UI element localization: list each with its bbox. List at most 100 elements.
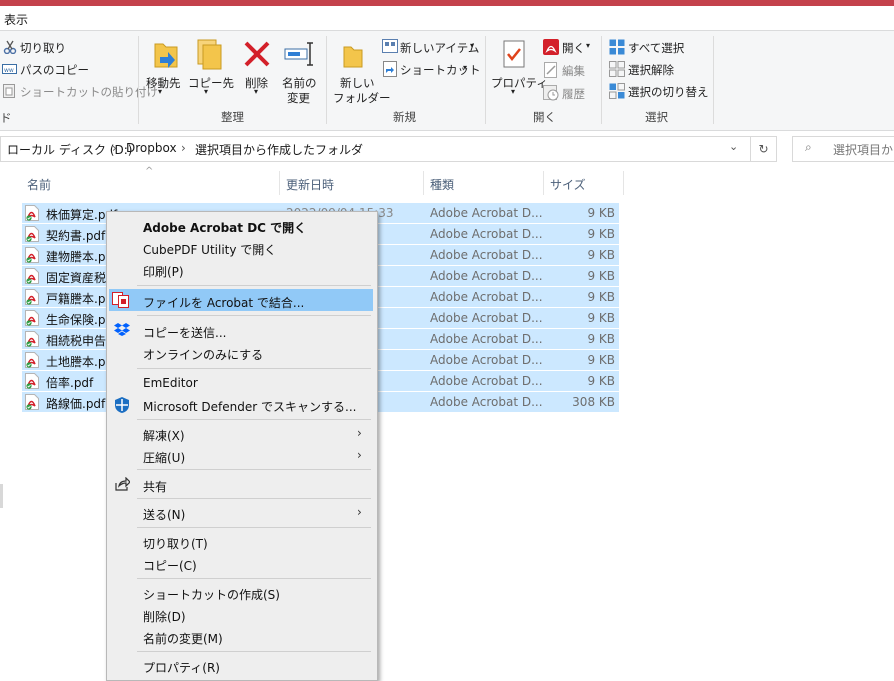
acrobat-open-icon (543, 39, 559, 55)
pdf-file-icon (25, 394, 39, 410)
menu-extract[interactable]: 解凍(X) (143, 427, 185, 444)
breadcrumb-separator-icon[interactable]: › (112, 141, 117, 155)
file-size: 9 KB (587, 290, 615, 304)
pdf-file-icon (25, 373, 39, 389)
refresh-icon[interactable]: ↻ (750, 136, 777, 162)
open-button[interactable]: 開く (562, 40, 585, 56)
ribbon-tab-row (0, 6, 894, 30)
nav-pane-scrollbar[interactable] (0, 484, 3, 508)
open-dropdown-icon[interactable]: ▾ (586, 41, 590, 50)
copy-to-button[interactable]: コピー先 (188, 75, 234, 91)
rename-button-line1[interactable]: 名前の (282, 75, 317, 91)
menu-combine-acrobat[interactable]: ファイルを Acrobat で結合... (143, 294, 304, 311)
defender-shield-icon (115, 397, 129, 413)
menu-share[interactable]: 共有 (143, 478, 167, 495)
file-name[interactable]: 建物謄本.p (46, 248, 105, 265)
file-name[interactable]: 相続税申告 (46, 332, 106, 349)
file-type: Adobe Acrobat D... (430, 395, 543, 409)
file-name[interactable]: 固定資産税 (46, 269, 106, 286)
menu-print[interactable]: 印刷(P) (143, 263, 184, 280)
menu-send-copy[interactable]: コピーを送信... (143, 324, 226, 341)
copy-to-dropdown-icon[interactable]: ▾ (204, 87, 208, 96)
copy-path-button[interactable]: パスのコピー (20, 62, 89, 78)
rename-icon (284, 42, 313, 66)
column-header-size[interactable]: サイズ (550, 176, 586, 193)
submenu-arrow-icon: › (357, 426, 362, 440)
file-name[interactable]: 倍率.pdf (46, 374, 93, 391)
file-type: Adobe Acrobat D... (430, 353, 543, 367)
open-group-label: 開く (533, 110, 556, 124)
menu-compress[interactable]: 圧縮(U) (143, 449, 185, 466)
menu-cut[interactable]: 切り取り(T) (143, 535, 208, 552)
file-type: Adobe Acrobat D... (430, 374, 543, 388)
move-to-button[interactable]: 移動先 (146, 75, 181, 91)
column-divider[interactable] (543, 171, 544, 195)
column-header-name[interactable]: 名前 (27, 176, 51, 193)
file-size: 9 KB (587, 248, 615, 262)
delete-icon (244, 41, 270, 67)
copy-path-icon: ww (2, 64, 17, 74)
file-name[interactable]: 戸籍謄本.p (46, 290, 105, 307)
search-icon: ⌕ (805, 140, 812, 154)
copy-to-icon (197, 39, 222, 70)
column-divider[interactable] (423, 171, 424, 195)
pdf-file-icon (25, 289, 39, 305)
address-history-dropdown-icon[interactable]: ⌄ (729, 140, 738, 153)
rename-button-line2[interactable]: 変更 (287, 90, 310, 106)
properties-dropdown-icon[interactable]: ▾ (511, 87, 515, 96)
history-icon (543, 85, 559, 101)
delete-dropdown-icon[interactable]: ▾ (254, 87, 258, 96)
search-box[interactable]: ⌕ 選択項目か (792, 136, 894, 162)
menu-send-to[interactable]: 送る(N) (143, 506, 185, 523)
scissors-icon (3, 40, 17, 54)
shortcut-dropdown-icon[interactable]: ▾ (463, 63, 467, 72)
paste-shortcut-icon (3, 84, 15, 98)
tab-view[interactable]: 表示 (4, 11, 28, 28)
menu-open-cubepdf[interactable]: CubePDF Utility で開く (143, 241, 276, 258)
file-name[interactable]: 土地謄本.p (46, 353, 105, 370)
file-name[interactable]: 契約書.pdf (46, 227, 105, 244)
menu-defender-scan[interactable]: Microsoft Defender でスキャンする... (143, 398, 356, 415)
file-name[interactable]: 路線価.pdf (46, 395, 105, 412)
new-item-dropdown-icon[interactable]: ▾ (470, 41, 474, 50)
menu-create-shortcut[interactable]: ショートカットの作成(S) (143, 586, 280, 603)
properties-button[interactable]: プロパティ (491, 75, 548, 91)
menu-copy[interactable]: コピー(C) (143, 557, 197, 574)
file-size: 9 KB (587, 269, 615, 283)
invert-selection-button[interactable]: 選択の切り替え (628, 84, 709, 100)
file-size: 9 KB (587, 311, 615, 325)
new-item-button[interactable]: 新しいアイテム (400, 40, 479, 56)
new-group-label: 新規 (393, 110, 416, 124)
pdf-file-icon (25, 226, 39, 242)
new-folder-button-line1[interactable]: 新しい (340, 75, 375, 91)
breadcrumb-current-folder[interactable]: 選択項目から作成したフォルダ (195, 141, 363, 158)
column-divider[interactable] (279, 171, 280, 195)
move-to-dropdown-icon[interactable]: ▾ (158, 87, 162, 96)
svg-text:ww: ww (4, 67, 14, 74)
history-button[interactable]: 履歴 (562, 86, 585, 102)
new-folder-button-line2[interactable]: フォルダー (333, 90, 391, 106)
file-name[interactable]: 生命保険.p (46, 311, 105, 328)
menu-delete[interactable]: 削除(D) (143, 608, 186, 625)
pdf-file-icon (25, 247, 39, 263)
move-to-icon (154, 43, 178, 68)
menu-emeditor[interactable]: EmEditor (143, 376, 198, 390)
file-type: Adobe Acrobat D... (430, 206, 543, 220)
column-divider[interactable] (623, 171, 624, 195)
menu-online-only[interactable]: オンラインのみにする (143, 346, 263, 363)
menu-open-acrobat[interactable]: Adobe Acrobat DC で開く (143, 219, 306, 236)
shortcut-button[interactable]: ショートカット (400, 62, 481, 78)
breadcrumb-separator-icon[interactable]: › (181, 141, 186, 155)
menu-rename[interactable]: 名前の変更(M) (143, 630, 223, 647)
breadcrumb-dropbox[interactable]: Dropbox (126, 141, 177, 155)
address-bar[interactable]: ローカル ディスク (D:) › Dropbox › 選択項目から作成したフォル… (0, 136, 777, 162)
edit-button[interactable]: 編集 (562, 63, 585, 79)
column-header-date[interactable]: 更新日時 (286, 176, 334, 193)
column-header-type[interactable]: 種類 (430, 176, 454, 193)
file-type: Adobe Acrobat D... (430, 332, 543, 346)
select-group-label: 選択 (645, 110, 668, 124)
select-all-button[interactable]: すべて選択 (628, 40, 684, 56)
menu-properties[interactable]: プロパティ(R) (143, 659, 220, 676)
select-none-button[interactable]: 選択解除 (628, 62, 674, 78)
cut-button[interactable]: 切り取り (20, 40, 66, 56)
